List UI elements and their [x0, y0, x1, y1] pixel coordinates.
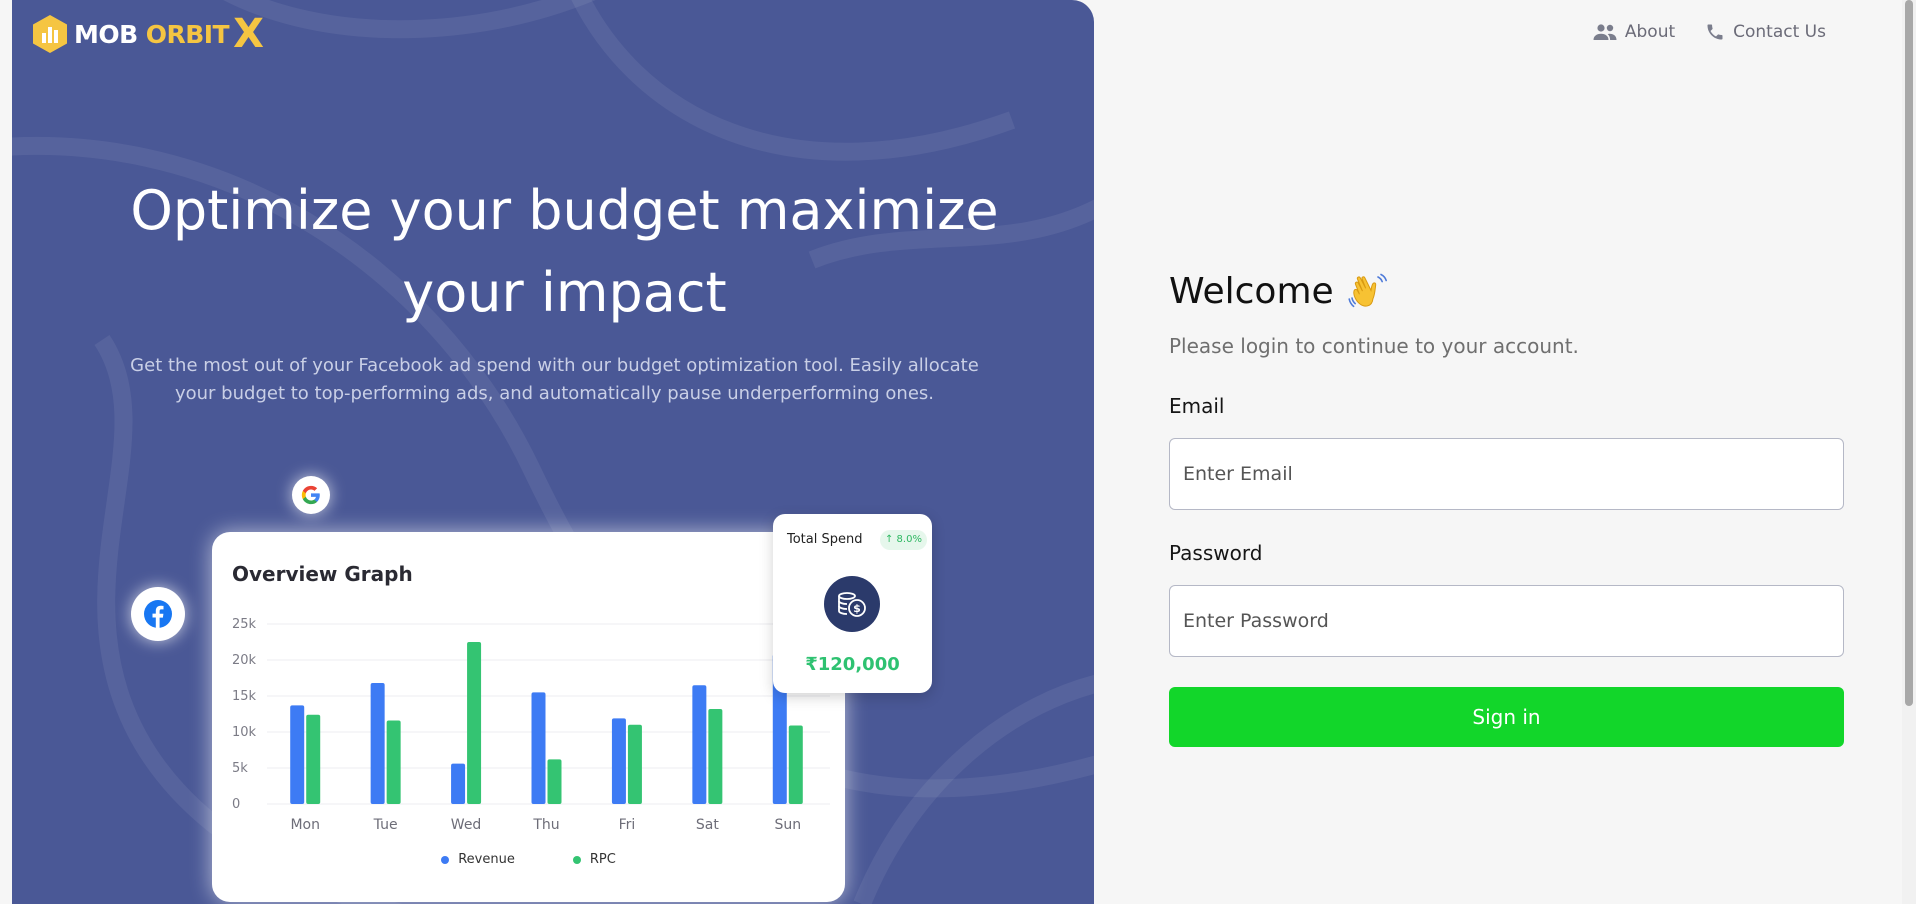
waving-hand-icon	[1348, 273, 1387, 308]
y-tick-label: 15k	[232, 689, 257, 704]
x-tick-label: Tue	[373, 817, 398, 833]
legend-item-rpc: RPC	[572, 852, 616, 867]
bar-rpc-tue	[386, 720, 401, 804]
total-spend-value: ₹120,000	[805, 654, 900, 675]
password-field[interactable]	[1169, 585, 1844, 657]
total-spend-label: Total Spend	[787, 532, 863, 547]
google-badge	[292, 476, 330, 514]
bar-rpc-fri	[627, 724, 642, 804]
bar-rpc-mon	[306, 714, 321, 804]
logo-hexagon-icon	[33, 15, 67, 53]
spend-change-badge: ↑ 8.0%	[880, 530, 927, 550]
y-tick-label: 10k	[232, 725, 257, 740]
facebook-icon	[144, 600, 172, 628]
x-tick-label: Fri	[619, 817, 636, 833]
total-spend-card: Total Spend ↑ 8.0% $ ₹120,000	[773, 514, 932, 693]
legend-label-revenue: Revenue	[458, 852, 515, 867]
x-tick-label: Thu	[532, 817, 559, 833]
page-scrollbar[interactable]	[1902, 0, 1916, 904]
nav-contact-label: Contact Us	[1733, 22, 1826, 42]
chart-legend: Revenue RPC	[212, 852, 845, 867]
coins-glyph: $	[838, 592, 866, 617]
hero-title-line1: Optimize your budget maximize	[130, 179, 999, 242]
bar-revenue-thu	[531, 692, 546, 804]
top-nav: About Contact Us	[1593, 22, 1826, 42]
y-tick-label: 5k	[232, 761, 248, 776]
brand-name-part2: ORBIT	[145, 19, 230, 49]
bar-rpc-wed	[467, 642, 482, 804]
x-tick-label: Mon	[290, 817, 320, 833]
scrollbar-thumb[interactable]	[1905, 0, 1913, 706]
email-label: Email	[1169, 394, 1225, 418]
phone-icon	[1707, 24, 1723, 40]
hero-panel: MOB ORBIT X Optimize your budget maximiz…	[12, 0, 1094, 904]
google-icon	[301, 485, 320, 505]
email-field[interactable]	[1169, 438, 1844, 510]
hero-title-line2: your impact	[402, 261, 727, 324]
login-panel: Welcome Please login to continue to your…	[1169, 270, 1844, 747]
x-tick-label: Sun	[774, 817, 801, 833]
nav-about-label: About	[1624, 22, 1676, 42]
password-label: Password	[1169, 541, 1263, 565]
brand-logo[interactable]: MOB ORBIT X	[32, 11, 264, 57]
bar-revenue-mon	[290, 705, 305, 804]
overview-bar-chart: 0 5k 10k 15k 20k 25k Mon Tue Wed Thu Fri Sat Sun	[232, 617, 830, 833]
y-tick-label: 0	[232, 797, 240, 812]
legend-label-rpc: RPC	[589, 852, 616, 867]
bar-revenue-fri	[611, 718, 626, 804]
x-tick-label: Sat	[696, 817, 719, 833]
hero-title: Optimize your budget maximize your impac…	[72, 170, 1057, 334]
sign-in-button[interactable]: Sign in	[1169, 687, 1844, 747]
nav-about[interactable]: About	[1593, 22, 1675, 42]
y-tick-label: 25k	[232, 617, 257, 632]
legend-item-revenue: Revenue	[441, 852, 515, 867]
login-subtitle: Please login to continue to your account…	[1169, 334, 1579, 358]
bar-revenue-wed	[451, 763, 466, 804]
hero-subtitle: Get the most out of your Facebook ad spe…	[130, 355, 979, 404]
bar-revenue-sat	[692, 685, 707, 804]
x-tick-label: Wed	[451, 817, 482, 833]
facebook-badge	[131, 587, 185, 641]
bar-rpc-thu	[547, 759, 562, 804]
people-icon	[1593, 24, 1617, 40]
bar-rpc-sun	[788, 725, 803, 804]
y-tick-label: 20k	[232, 653, 257, 668]
overview-graph-card: Overview Graph 0 5k 10k 15k 20k 25k Mon Tue Wed T…	[212, 532, 845, 902]
legend-dot-rpc	[572, 855, 581, 864]
coins-icon: $	[824, 576, 880, 632]
svg-text:$: $	[853, 602, 861, 615]
bar-rpc-sat	[708, 708, 723, 804]
welcome-heading: Welcome	[1169, 270, 1334, 312]
welcome-row: Welcome	[1169, 270, 1844, 312]
legend-dot-revenue	[441, 855, 450, 864]
nav-contact[interactable]: Contact Us	[1705, 22, 1826, 42]
bar-revenue-tue	[370, 683, 385, 804]
brand-name-part3: X	[233, 11, 264, 57]
brand-name-part1: MOB	[74, 19, 138, 49]
